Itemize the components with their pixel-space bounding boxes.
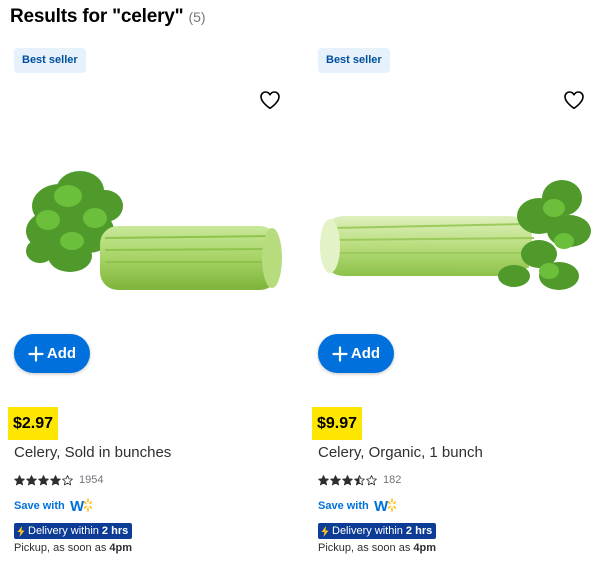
product-price: $2.97 xyxy=(8,407,59,440)
walmart-plus-icon: W xyxy=(374,498,396,515)
pickup-info: Pickup, as soon as 4pm xyxy=(14,542,132,554)
product-price: $9.97 xyxy=(312,407,363,440)
delivery-time: 2 hrs xyxy=(101,525,129,537)
product-name[interactable]: Celery, Sold in bunches xyxy=(14,444,171,461)
pickup-time: 4pm xyxy=(413,542,437,554)
plus-icon xyxy=(28,345,44,362)
add-button[interactable]: Add xyxy=(318,334,394,373)
add-button-label: Add xyxy=(46,345,77,362)
results-header: Results for "celery" (5) xyxy=(10,6,206,30)
star-full-icon xyxy=(318,474,329,485)
product-image-organic-celery[interactable] xyxy=(314,136,594,316)
plus-icon xyxy=(332,345,348,362)
star-rating xyxy=(14,474,73,486)
star-full-icon xyxy=(330,474,341,485)
delivery-badge: Delivery within 2 hrs xyxy=(14,523,133,539)
heart-outline-icon[interactable] xyxy=(562,88,586,112)
delivery-label: Delivery within xyxy=(28,525,99,537)
results-title: Results for "celery" xyxy=(10,6,184,27)
star-full-icon xyxy=(50,474,61,485)
star-full-icon xyxy=(14,474,25,485)
star-empty-icon xyxy=(62,474,73,485)
add-button[interactable]: Add xyxy=(14,334,90,373)
product-card[interactable]: Best seller xyxy=(8,46,290,561)
delivery-time: 2 hrs xyxy=(405,525,433,537)
pickup-label: Pickup, as soon as xyxy=(318,542,411,554)
best-seller-badge: Best seller xyxy=(14,48,86,73)
delivery-label: Delivery within xyxy=(332,525,403,537)
star-half-icon xyxy=(354,474,365,485)
lightning-bolt-icon xyxy=(17,525,25,537)
rating-count: 182 xyxy=(383,474,402,486)
star-full-icon xyxy=(342,474,353,485)
heart-outline-icon[interactable] xyxy=(258,88,282,112)
star-full-icon xyxy=(26,474,37,485)
svg-text:W: W xyxy=(70,498,85,515)
save-with-label: Save with xyxy=(14,500,65,512)
save-with-label: Save with xyxy=(318,500,369,512)
rating-count: 1954 xyxy=(79,474,104,486)
svg-text:W: W xyxy=(374,498,389,515)
save-with-walmart-plus[interactable]: Save with W xyxy=(14,497,92,515)
results-count: (5) xyxy=(188,9,206,25)
star-full-icon xyxy=(38,474,49,485)
pickup-label: Pickup, as soon as xyxy=(14,542,107,554)
product-rating: 1954 xyxy=(14,474,103,486)
walmart-plus-icon: W xyxy=(70,498,92,515)
product-name[interactable]: Celery, Organic, 1 bunch xyxy=(318,444,483,461)
pickup-time: 4pm xyxy=(109,542,133,554)
star-empty-icon xyxy=(366,474,377,485)
lightning-bolt-icon xyxy=(321,525,329,537)
pickup-info: Pickup, as soon as 4pm xyxy=(318,542,436,554)
product-image-celery[interactable] xyxy=(10,136,290,316)
product-rating: 182 xyxy=(318,474,401,486)
add-button-label: Add xyxy=(350,345,381,362)
save-with-walmart-plus[interactable]: Save with W xyxy=(318,497,396,515)
star-rating xyxy=(318,474,377,486)
product-card[interactable]: Best seller xyxy=(312,46,594,561)
delivery-badge: Delivery within 2 hrs xyxy=(318,523,437,539)
best-seller-badge: Best seller xyxy=(318,48,390,73)
